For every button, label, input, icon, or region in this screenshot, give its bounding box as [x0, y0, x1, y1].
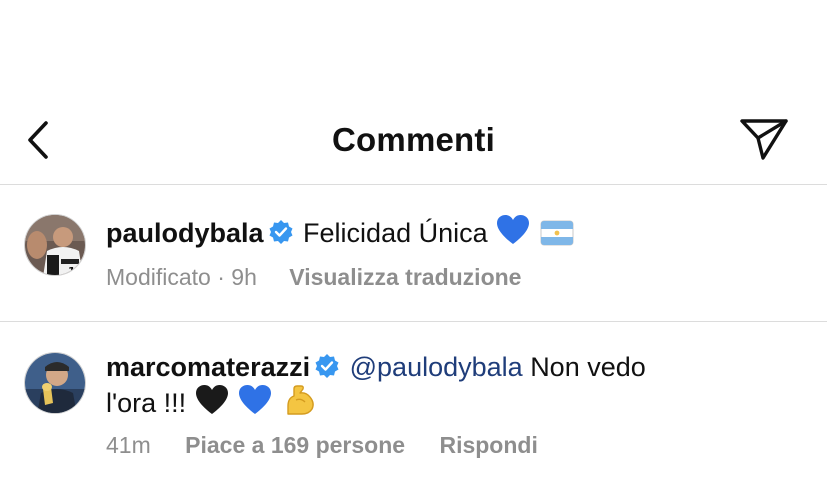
comment-meta: 41m Piace a 169 persone Rispondi — [106, 432, 538, 459]
comment-meta: Modificato · 9h Visualizza traduzione — [106, 264, 521, 291]
likes-count-button[interactable]: Piace a 169 persone — [185, 432, 405, 458]
avatar[interactable] — [24, 352, 86, 414]
comment-text-line: l'ora !!! — [106, 384, 317, 424]
share-button[interactable] — [737, 116, 791, 162]
avatar[interactable]: 10 — [24, 214, 86, 276]
comment-username[interactable]: marcomaterazzi — [106, 352, 310, 382]
edited-label: Modificato — [106, 264, 211, 290]
mention-link[interactable]: @paulodybala — [350, 352, 523, 382]
comment-text: Felicidad Única — [303, 218, 488, 248]
paper-plane-icon — [740, 119, 788, 160]
caption-divider — [0, 321, 827, 322]
comment-username[interactable]: paulodybala — [106, 218, 264, 248]
avatar-photo-icon — [25, 353, 85, 413]
svg-text:10: 10 — [68, 265, 84, 276]
blue-heart-icon — [496, 214, 530, 254]
reply-button[interactable]: Rispondi — [439, 432, 537, 458]
comment-text-line: marcomaterazzi @paulodybala Non vedo — [106, 351, 646, 387]
comment-text: l'ora !!! — [106, 388, 187, 418]
comment-text-line: paulodybala Felicidad Única — [106, 214, 575, 254]
meta-separator: · — [217, 264, 225, 290]
comment-time: 9h — [231, 264, 257, 290]
avatar-photo-icon: 10 — [25, 215, 85, 276]
comments-header: Commenti — [0, 96, 827, 184]
comment-time: 41m — [106, 432, 151, 458]
black-heart-icon — [195, 384, 229, 424]
blue-heart-icon — [238, 384, 272, 424]
argentina-flag-icon — [540, 220, 574, 254]
header-divider — [0, 184, 827, 185]
view-translation-button[interactable]: Visualizza traduzione — [289, 264, 521, 290]
verified-badge-icon — [314, 353, 340, 387]
comment-text: Non vedo — [530, 352, 646, 382]
flexed-biceps-icon — [282, 384, 316, 424]
page-title: Commenti — [332, 121, 495, 158]
verified-badge-icon — [268, 219, 294, 253]
